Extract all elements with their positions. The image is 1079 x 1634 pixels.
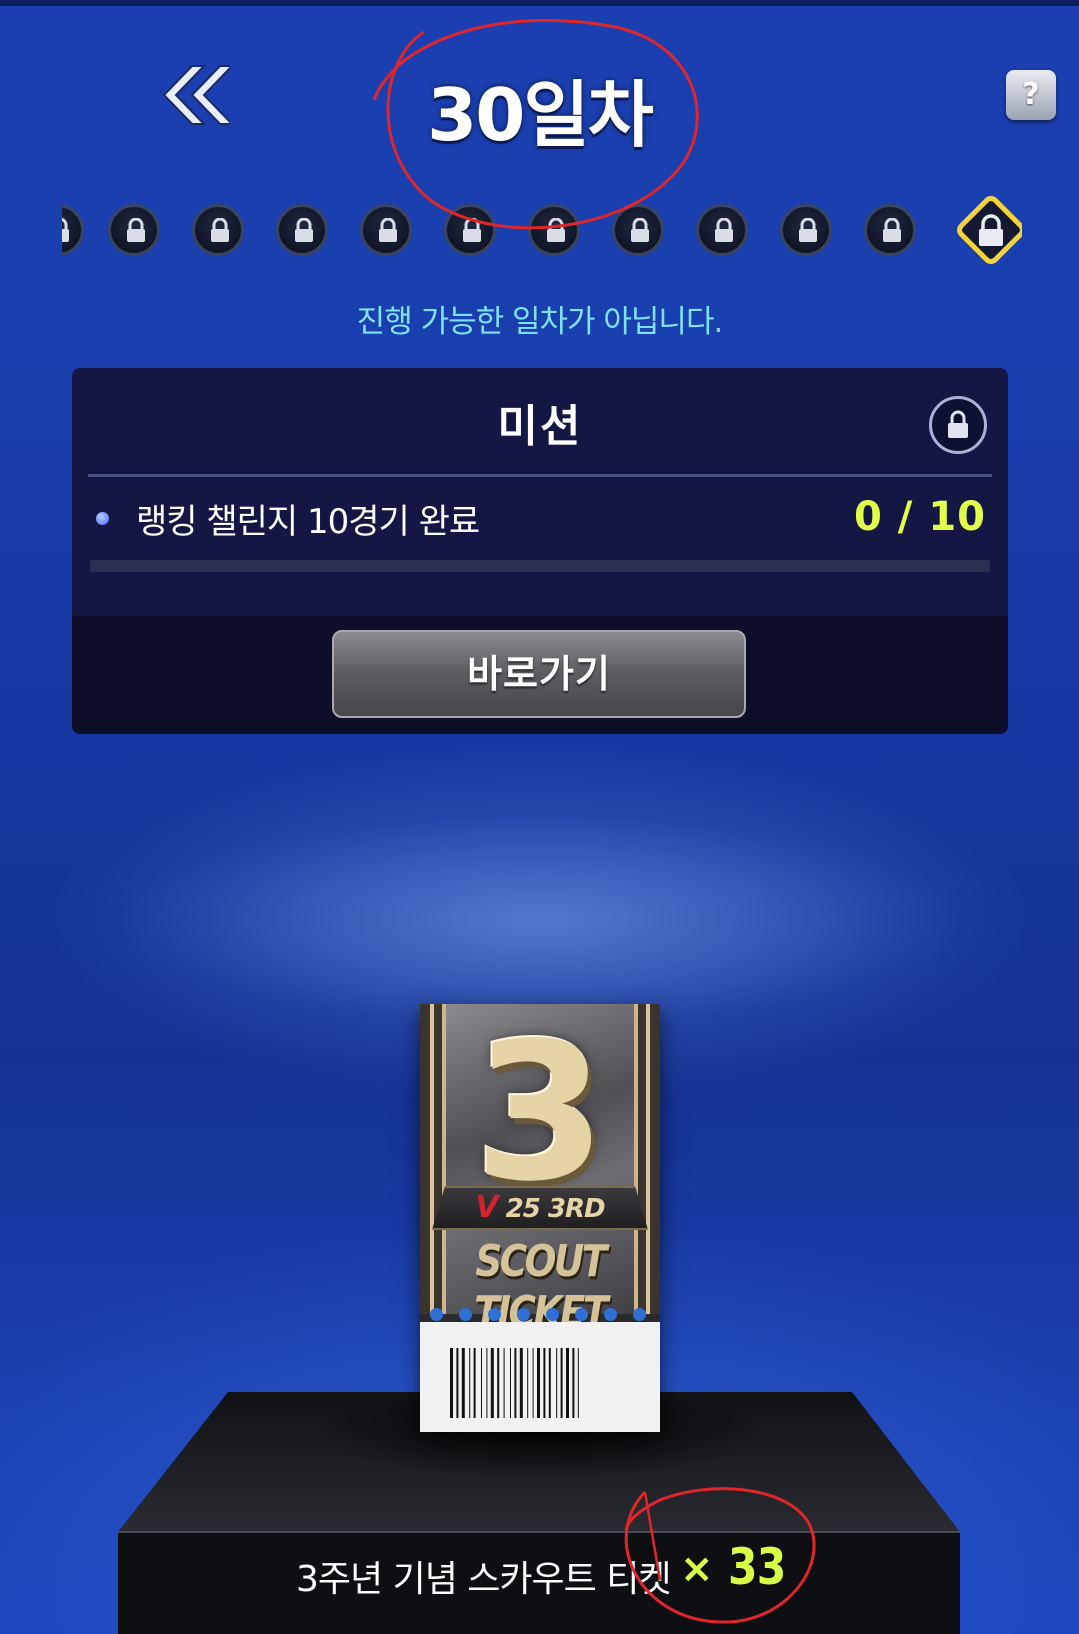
ticket-perforation: [420, 1308, 660, 1322]
reward-quantity: 33: [728, 1538, 786, 1596]
bullet-icon: [96, 512, 109, 525]
lock-icon: [799, 218, 817, 242]
ticket-edition: V 25 3RD: [420, 1190, 660, 1225]
mission-progress-bar: [90, 560, 990, 572]
ticket-stub: [420, 1322, 660, 1432]
ticket-edition-text: 25 3RD: [505, 1194, 606, 1224]
lock-icon: [547, 218, 565, 242]
mission-panel: 미션 랭킹 챌린지 10경기 완료 0 / 10 바로가기: [72, 368, 1008, 734]
day-node[interactable]: [696, 204, 748, 256]
mission-footer: 바로가기: [72, 616, 1008, 734]
lock-icon: [379, 218, 397, 242]
day-title: 30일차: [427, 73, 654, 157]
locked-day-notice: 진행 가능한 일차가 아닙니다.: [356, 304, 724, 340]
mission-item-text: 랭킹 챌린지 10경기 완료: [136, 502, 480, 542]
top-strip: [0, 0, 1079, 6]
scout-ticket-image: 3 V 25 3RD SCOUT TICKET: [420, 1004, 660, 1432]
lock-icon: [463, 218, 481, 242]
goto-button[interactable]: 바로가기: [332, 630, 746, 718]
lock-icon: [62, 218, 69, 242]
day-node-current[interactable]: [953, 192, 1022, 268]
day-node[interactable]: [108, 204, 160, 256]
ticket-numeral: 3: [473, 1004, 607, 1223]
day-node[interactable]: [276, 204, 328, 256]
day-node[interactable]: [192, 204, 244, 256]
mission-lock-button[interactable]: [929, 396, 987, 454]
day-node[interactable]: [444, 204, 496, 256]
lock-icon: [211, 218, 229, 242]
day-node[interactable]: [612, 204, 664, 256]
lock-icon: [715, 218, 733, 242]
day-node-partial[interactable]: [62, 204, 84, 256]
day-node[interactable]: [360, 204, 412, 256]
lock-icon: [883, 218, 901, 242]
help-button[interactable]: ?: [1006, 70, 1056, 120]
reward-multiplier: ×: [680, 1546, 714, 1592]
divider: [88, 474, 992, 477]
day-selector: [62, 190, 1022, 270]
lock-icon: [295, 218, 313, 242]
lock-icon: [127, 218, 145, 242]
day-node[interactable]: [528, 204, 580, 256]
mission-progress-count: 0 / 10: [854, 494, 986, 540]
lock-icon: [631, 218, 649, 242]
day-node[interactable]: [864, 204, 916, 256]
reward-name: 3주년 기념 스카우트 티켓: [296, 1559, 671, 1600]
day-node[interactable]: [780, 204, 832, 256]
lock-icon: [957, 196, 1022, 264]
barcode-icon: [450, 1348, 579, 1418]
lock-icon: [948, 410, 968, 438]
ticket-edition-v: V: [475, 1190, 498, 1225]
mission-title: 미션: [497, 401, 583, 452]
